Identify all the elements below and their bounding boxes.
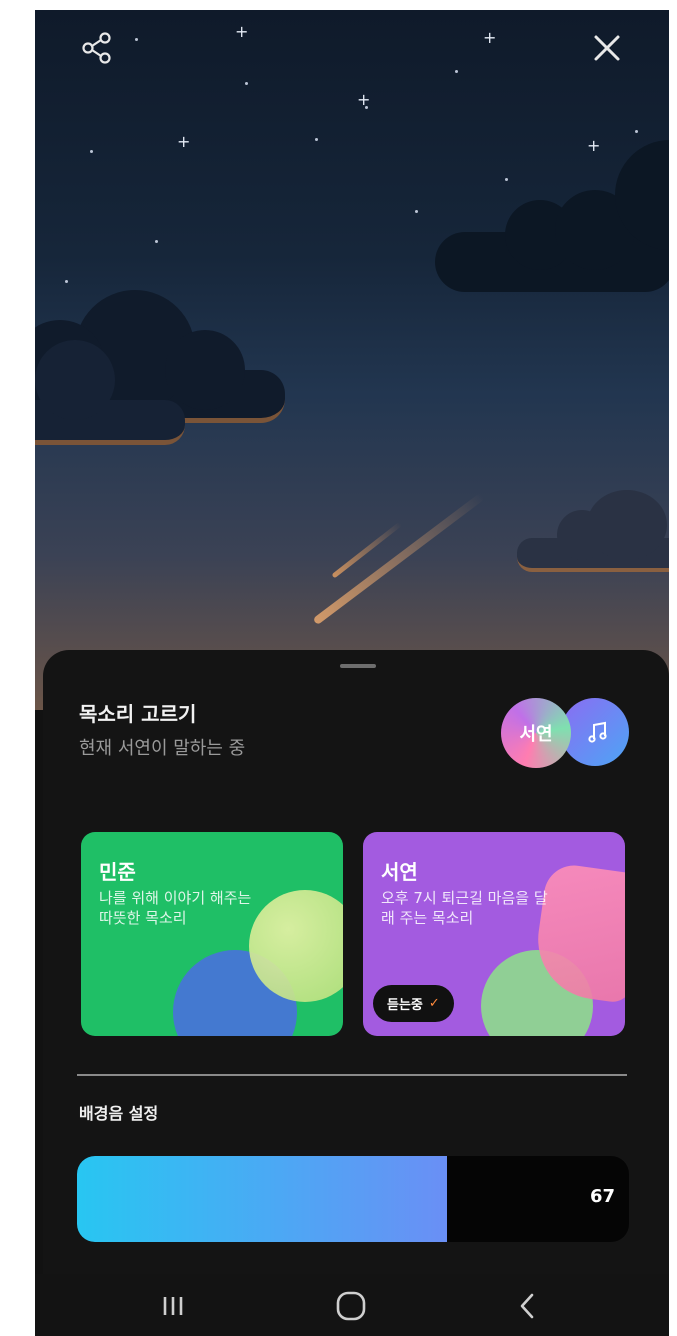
share-button[interactable] [77,28,117,68]
voice-description: 나를 위해 이야기 해주는 따뜻한 목소리 [99,889,252,927]
back-button[interactable] [497,1288,557,1324]
listening-badge-label: 듣는중 [387,998,423,1013]
system-nav-bar [35,1274,669,1336]
background-music-volume-slider[interactable]: 67 [77,1156,629,1242]
divider [77,1074,627,1076]
cloud [35,330,185,445]
slider-fill [77,1156,447,1242]
cloud [435,140,669,292]
night-sky-illustration: + + + + + [35,10,669,710]
background-music-label: 배경음 설정 [79,1104,159,1123]
sheet-drag-handle[interactable] [340,664,376,668]
recent-apps-button[interactable] [143,1288,203,1324]
current-voice-avatar[interactable]: 서연 [501,698,571,768]
share-icon [82,32,111,64]
voice-picker-subtitle: 현재 서연이 말하는 중 [79,738,246,759]
check-icon: ✓ [428,996,440,1011]
cloud [517,480,669,572]
voice-name: 서연 [381,860,418,884]
close-icon [594,35,620,61]
home-button[interactable] [321,1288,381,1324]
music-avatar[interactable] [561,698,629,766]
listening-badge: 듣는중 ✓ [373,985,454,1022]
shooting-star [331,521,403,579]
voice-picker-title: 목소리 고르기 [79,702,197,726]
voice-name: 민준 [99,860,136,884]
voice-card-seoyeon[interactable]: 서연 오후 7시 퇴근길 마음을 달래 주는 목소리 듣는중 ✓ [363,832,625,1036]
slider-value: 67 [589,1186,615,1207]
music-note-icon [588,721,607,743]
recent-apps-icon [163,1297,183,1315]
phone-screen: + + + + + 목소리 고르기 현재 서연이 말하는 중 서연 민준 나를 … [35,10,669,1336]
home-icon [336,1291,366,1321]
voice-card-minjun[interactable]: 민준 나를 위해 이야기 해주는 따뜻한 목소리 [81,832,343,1036]
close-button[interactable] [587,28,627,68]
voice-description: 오후 7시 퇴근길 마음을 달래 주는 목소리 [381,889,548,927]
back-icon [520,1293,534,1319]
shooting-star [312,492,486,626]
voice-bottom-sheet: 목소리 고르기 현재 서연이 말하는 중 서연 민준 나를 위해 이야기 해주는… [43,650,669,1336]
